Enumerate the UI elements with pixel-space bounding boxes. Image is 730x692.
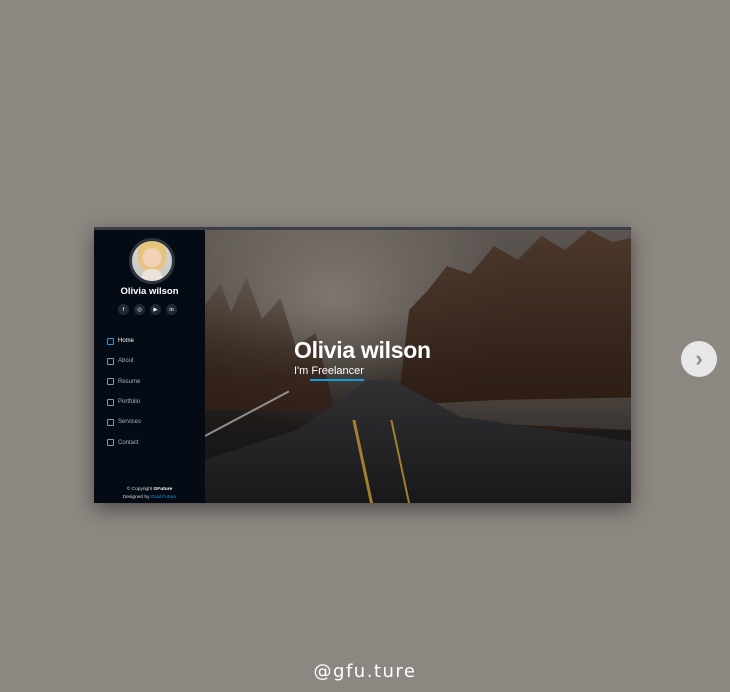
hero-section: Olivia wilson I'm Freelancer	[205, 230, 631, 503]
hero-title: Olivia wilson	[294, 337, 431, 363]
sidebar-item-label: Portfolio	[118, 399, 141, 406]
sidebar-item-label: About	[118, 358, 134, 365]
linkedin-icon[interactable]: in	[166, 304, 177, 315]
youtube-icon[interactable]: ▶	[150, 304, 161, 315]
designed-by-prefix: Designed by	[122, 495, 150, 500]
facebook-icon[interactable]: f	[118, 304, 129, 315]
carousel-next-button[interactable]: ›	[681, 341, 717, 377]
sidebar-item-label: Services	[118, 419, 142, 426]
hero-subtitle: I'm Freelancer	[294, 365, 364, 377]
website-preview-frame: Olivia wilson f ◎ ▶ in Home About Resume…	[94, 227, 631, 503]
copyright-prefix: © Copyright	[126, 487, 153, 492]
sidebar-item-label: Contact	[118, 439, 139, 446]
avatar-body	[141, 269, 163, 281]
hero-overlay	[205, 230, 631, 503]
sidebar: Olivia wilson f ◎ ▶ in Home About Resume…	[94, 230, 205, 503]
user-icon	[107, 357, 114, 365]
sidebar-item-home[interactable]: Home	[107, 331, 141, 351]
sidebar-item-resume[interactable]: Resume	[107, 372, 141, 392]
avatar	[129, 238, 175, 284]
envelope-icon	[107, 439, 114, 447]
sidebar-item-about[interactable]: About	[107, 351, 141, 371]
file-icon	[107, 378, 114, 386]
sidebar-item-services[interactable]: Services	[107, 412, 141, 432]
credits-line: Designed by Goal Future	[94, 494, 205, 502]
sidebar-item-contact[interactable]: Contact	[107, 432, 141, 452]
sidebar-nav: Home About Resume Portfolio Services Con…	[107, 331, 141, 453]
home-icon	[107, 337, 114, 345]
copyright-line: © Copyright GFuture	[94, 486, 205, 494]
social-links: f ◎ ▶ in	[118, 304, 177, 315]
designer-link[interactable]: Goal Future	[151, 495, 176, 500]
server-icon	[107, 418, 114, 426]
hero-subtitle-underline	[310, 379, 364, 381]
sidebar-item-portfolio[interactable]: Portfolio	[107, 392, 141, 412]
profile-name: Olivia wilson	[120, 286, 179, 297]
sidebar-item-label: Resume	[118, 378, 141, 385]
social-handle: @gfu.ture	[313, 661, 417, 682]
book-icon	[107, 398, 114, 406]
instagram-icon[interactable]: ◎	[134, 304, 145, 315]
sidebar-footer: © Copyright GFuture Designed by Goal Fut…	[94, 486, 205, 502]
chevron-right-icon: ›	[695, 346, 703, 371]
copyright-brand: GFuture	[153, 487, 173, 492]
sidebar-item-label: Home	[118, 338, 135, 345]
